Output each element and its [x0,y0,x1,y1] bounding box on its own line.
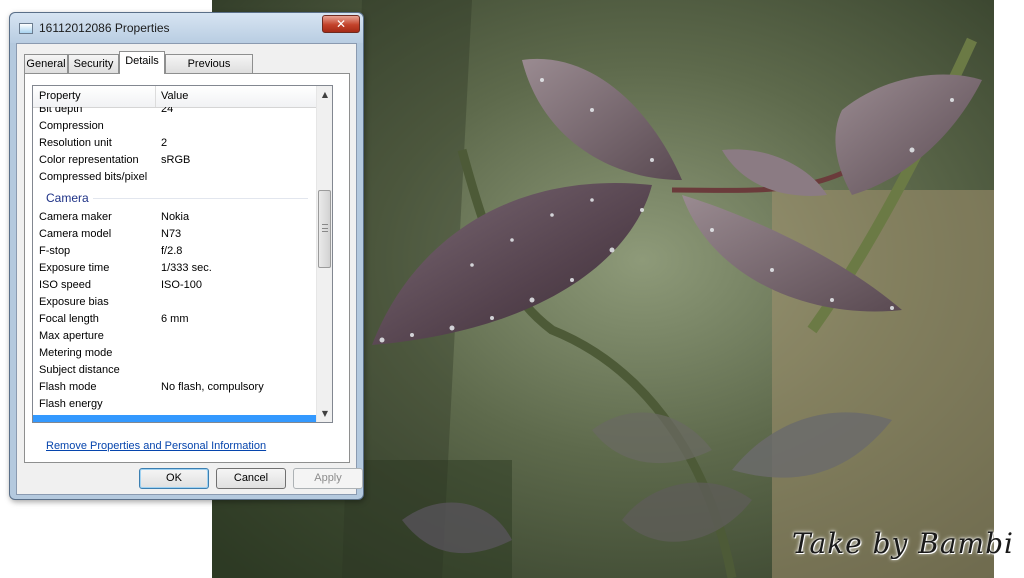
list-item[interactable]: ISO speed ISO-100 [33,277,316,294]
tab-general[interactable]: General [24,54,68,73]
property-name: Exposure time [39,262,110,274]
column-divider[interactable] [155,86,156,107]
property-name: Resolution unit [39,137,112,149]
list-item-selected[interactable] [33,415,316,422]
list-item[interactable]: Camera maker Nokia [33,209,316,226]
group-header-camera[interactable]: Camera [33,189,316,206]
tab-details[interactable]: Details [119,51,165,74]
list-item[interactable]: Exposure time 1/333 sec. [33,260,316,277]
property-value: 2 [161,137,168,149]
close-button[interactable]: ✕ [322,15,360,33]
property-value: sRGB [161,154,191,166]
dialog-body: General Security Details Previous Versio… [16,43,363,495]
property-name: Subject distance [39,364,120,376]
property-value: f/2.8 [161,245,183,257]
column-header-property[interactable]: Property [39,90,81,102]
property-name: Compressed bits/pixel [39,171,148,183]
remove-properties-link[interactable]: Remove Properties and Personal Informati… [46,440,266,452]
grip-icon [322,224,328,232]
vertical-scrollbar[interactable]: ▲ ▼ [316,86,332,422]
property-name: Focal length [39,313,99,325]
property-name: ISO speed [39,279,91,291]
list-item[interactable]: Flash energy [33,396,316,413]
watermark-logo: Take by Bambi [792,527,1014,560]
list-item[interactable]: Compressed bits/pixel [33,169,316,186]
list-item[interactable]: F-stop f/2.8 [33,243,316,260]
ok-button[interactable]: OK [139,468,209,489]
list-item[interactable]: Max aperture [33,328,316,345]
tab-security[interactable]: Security [68,54,119,73]
group-title: Camera [46,191,89,205]
close-icon: ✕ [335,17,347,31]
details-tab-panel: Property Value Bit depth 24 Compression … [24,73,350,463]
scroll-up-arrow-icon[interactable]: ▲ [317,86,332,103]
property-name: Metering mode [39,347,113,359]
property-name: Color representation [39,154,139,166]
property-value: Nokia [161,211,190,223]
tab-previous-versions[interactable]: Previous Versions [165,54,253,88]
property-value: ISO-100 [161,279,202,291]
title-bar[interactable]: 16112012086 Properties ✕ [10,13,363,43]
property-name: Compression [39,120,104,132]
property-value: No flash, compulsory [161,381,264,393]
list-item[interactable]: Compression [33,118,316,135]
property-value: 24 [161,107,174,115]
property-name: Exposure bias [39,296,109,308]
details-list[interactable]: Property Value Bit depth 24 Compression … [32,85,333,423]
scroll-down-arrow-icon[interactable]: ▼ [317,405,332,422]
scroll-thumb[interactable] [318,190,331,268]
group-divider [93,198,308,199]
list-header: Property Value [33,86,316,108]
apply-button[interactable]: Apply [293,468,363,489]
page-background-strip [994,0,1024,578]
properties-window: 16112012086 Properties ✕ General Securit… [9,12,364,500]
list-item[interactable]: Exposure bias [33,294,316,311]
property-name: Flash mode [39,381,97,393]
list-item[interactable]: Subject distance [33,362,316,379]
column-header-value[interactable]: Value [161,90,188,102]
property-value: 6 mm [161,313,189,325]
property-name: Flash energy [39,398,103,410]
window-title: 16112012086 Properties [39,21,170,35]
list-item[interactable]: Camera model N73 [33,226,316,243]
property-name: Max aperture [39,330,104,342]
picture-file-icon [19,23,33,34]
property-value: 1/333 sec. [161,262,212,274]
list-rows: Bit depth 24 Compression Resolution unit… [33,107,316,422]
property-name: F-stop [39,245,71,257]
list-item[interactable]: Resolution unit 2 [33,135,316,152]
list-item[interactable]: Bit depth 24 [33,107,316,118]
cancel-button[interactable]: Cancel [216,468,286,489]
property-name: Camera maker [39,211,112,223]
list-item[interactable]: Flash mode No flash, compulsory [33,379,316,396]
property-name: Bit depth [39,107,83,115]
list-item[interactable]: Metering mode [33,345,316,362]
list-item[interactable]: Color representation sRGB [33,152,316,169]
property-value: N73 [161,228,182,240]
list-item[interactable]: Focal length 6 mm [33,311,316,328]
property-name: Camera model [39,228,112,240]
